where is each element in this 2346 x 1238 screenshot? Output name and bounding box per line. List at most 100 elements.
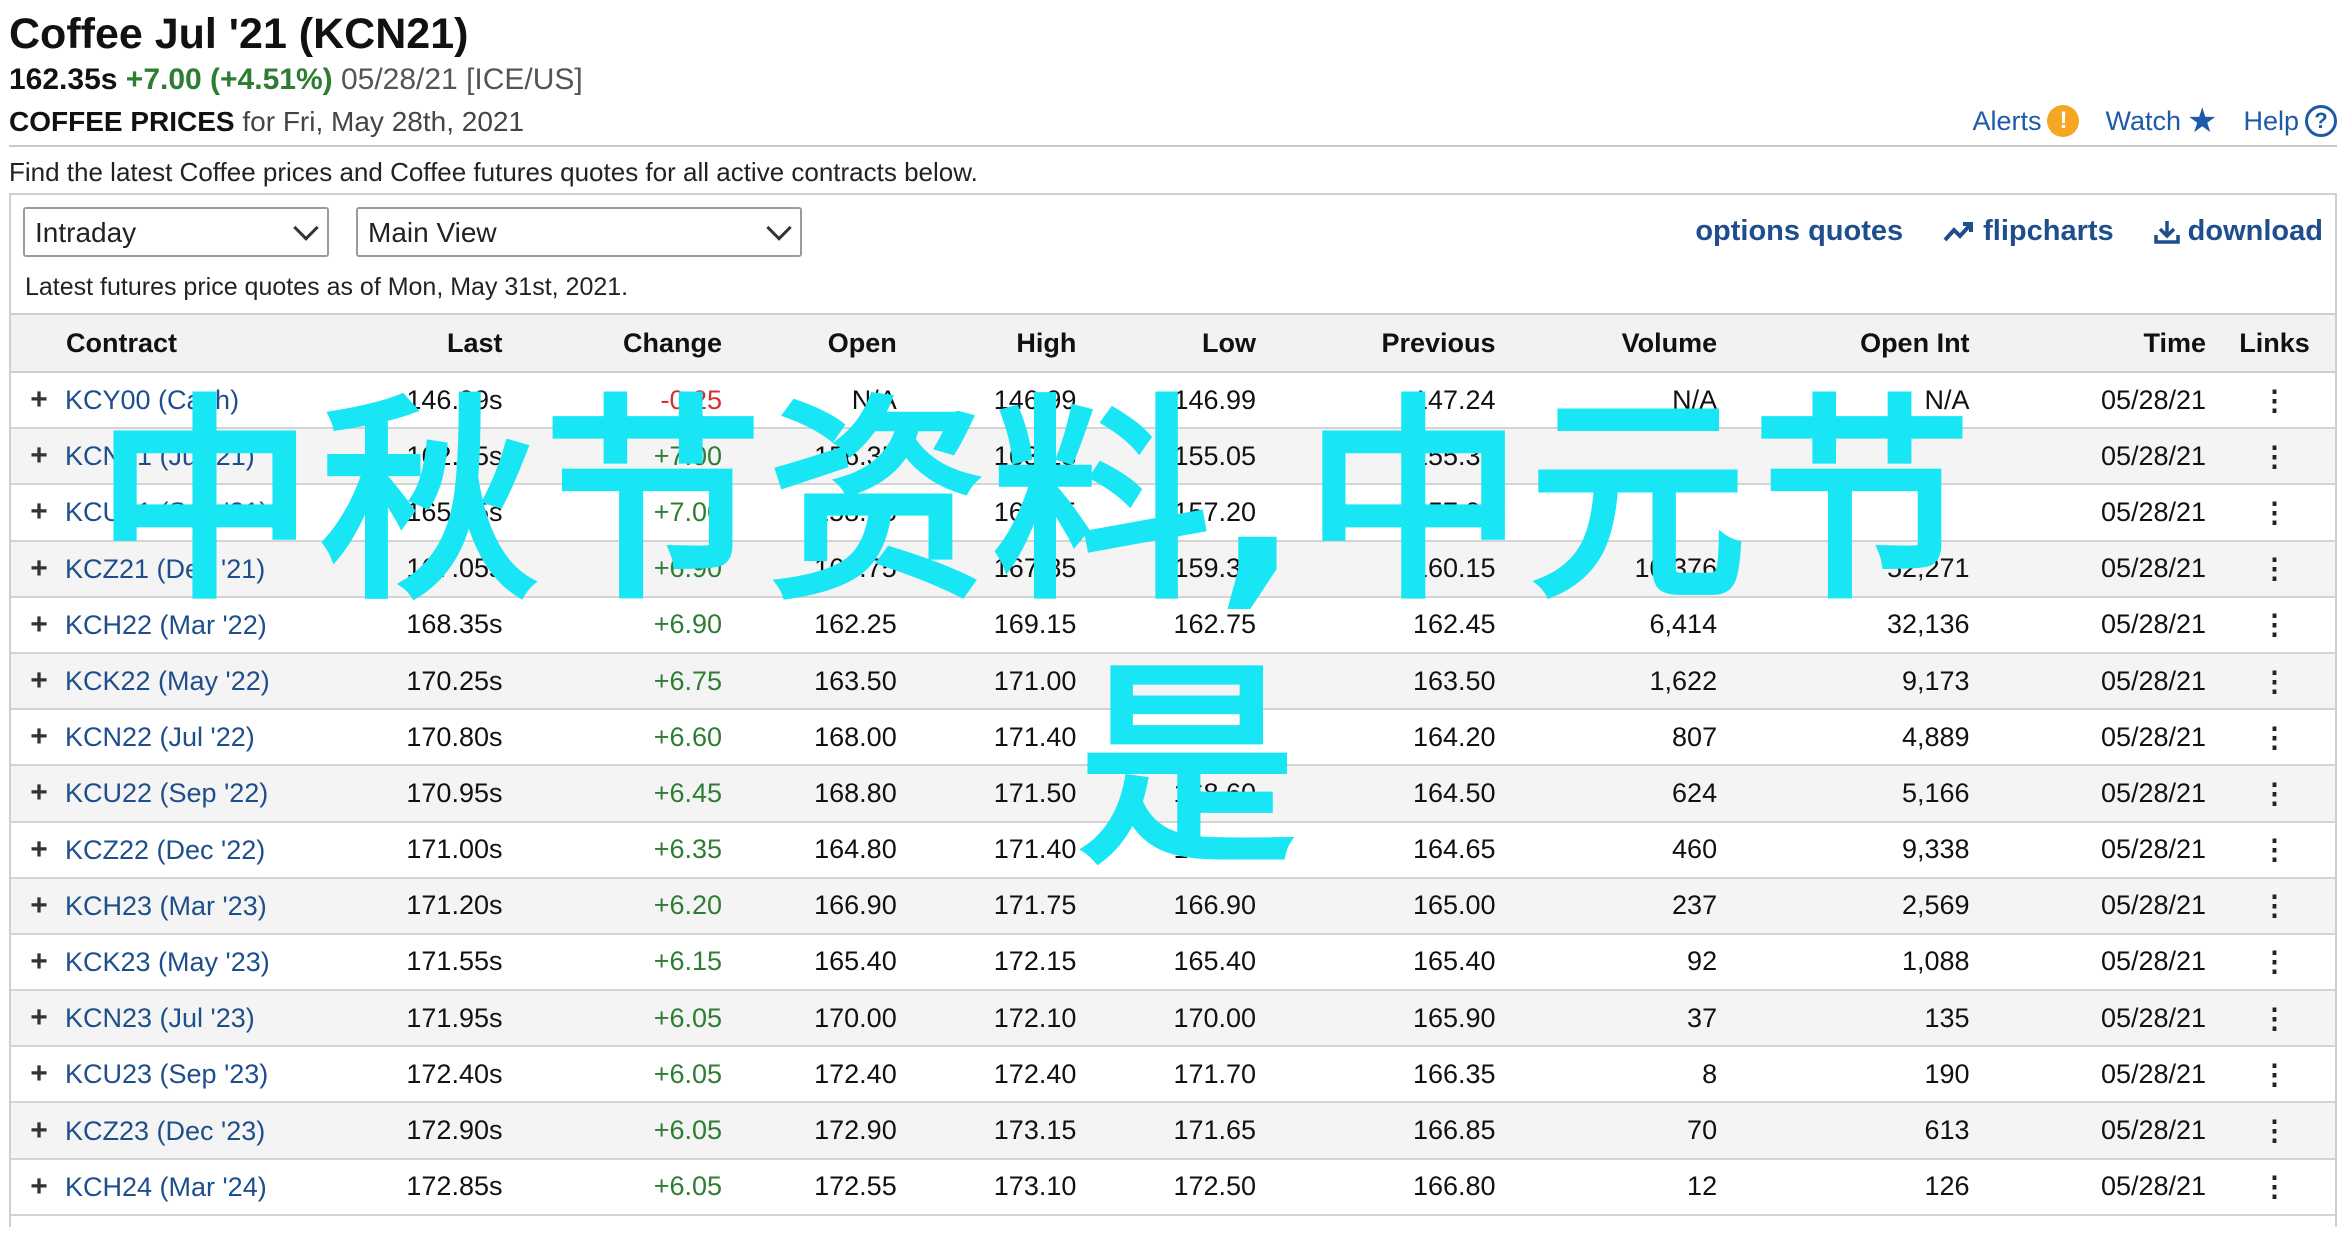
expand-plus-icon[interactable]: + bbox=[25, 608, 53, 642]
watch-link[interactable]: Watch ★ bbox=[2105, 104, 2217, 138]
contract-cell: + KCH22 (Mar '22) bbox=[11, 597, 311, 653]
period-select[interactable]: Intraday bbox=[23, 207, 329, 257]
chevron-down-icon bbox=[293, 215, 319, 241]
volume-cell: 10,376 bbox=[1634, 553, 1718, 584]
contract-link[interactable]: KCN23 (Jul '23) bbox=[65, 1003, 255, 1033]
contract-link[interactable]: KCH22 (Mar '22) bbox=[65, 610, 267, 640]
high-cell: 173.10 bbox=[993, 1171, 1077, 1202]
more-options-icon[interactable]: ⋮ bbox=[2214, 653, 2335, 709]
more-options-icon[interactable]: ⋮ bbox=[2214, 1046, 2335, 1102]
alerts-link[interactable]: Alerts ! bbox=[1972, 104, 2080, 138]
last-cell: 165.05s bbox=[406, 496, 503, 527]
volume-cell: 460 bbox=[1672, 834, 1718, 865]
contract-link[interactable]: KCH24 (Mar '24) bbox=[65, 1172, 267, 1202]
contract-link[interactable]: KCK23 (May '23) bbox=[65, 947, 270, 977]
col-last[interactable]: Last bbox=[311, 314, 511, 372]
expand-plus-icon[interactable]: + bbox=[25, 1170, 53, 1204]
col-low[interactable]: Low bbox=[1084, 314, 1264, 372]
last-cell: 172.40s bbox=[406, 1058, 503, 1089]
open-cell: 165.40 bbox=[814, 946, 897, 977]
contract-link[interactable]: KCK22 (May '22) bbox=[65, 666, 270, 696]
subtitle-bold: COFFEE PRICES bbox=[9, 106, 235, 137]
contract-link[interactable]: KCN21 (Jul '21) bbox=[65, 441, 255, 471]
expand-plus-icon[interactable]: + bbox=[25, 1057, 53, 1091]
more-options-icon[interactable]: ⋮ bbox=[2214, 484, 2335, 540]
price-change: +7.00 (+4.51%) bbox=[125, 63, 333, 96]
volume-cell: N/A bbox=[1672, 384, 1718, 415]
options-quotes-link[interactable]: options quotes bbox=[1695, 215, 1903, 248]
col-open-int[interactable]: Open Int bbox=[1725, 314, 1977, 372]
table-row: + KCN23 (Jul '23) 171.95s +6.05 170.00 172.10… bbox=[11, 990, 2335, 1047]
help-link[interactable]: Help ? bbox=[2243, 104, 2337, 138]
open-int-cell: 32,136 bbox=[1886, 609, 1970, 640]
change-cell: +6.90 bbox=[653, 609, 723, 640]
low-cell: 159.30 bbox=[1173, 553, 1257, 584]
view-select[interactable]: Main View bbox=[356, 207, 802, 257]
contract-cell: + KCZ21 (Dec '21) bbox=[11, 541, 311, 597]
more-options-icon[interactable]: ⋮ bbox=[2214, 990, 2335, 1046]
expand-plus-icon[interactable]: + bbox=[25, 776, 53, 810]
download-link[interactable]: download bbox=[2153, 215, 2323, 248]
contract-link[interactable]: KCY00 (Cash) bbox=[65, 385, 239, 415]
more-options-icon[interactable]: ⋮ bbox=[2214, 765, 2335, 821]
open-cell: 170.00 bbox=[814, 1002, 897, 1033]
high-cell: 165.75 bbox=[993, 496, 1077, 527]
expand-plus-icon[interactable]: + bbox=[25, 889, 53, 923]
expand-plus-icon[interactable]: + bbox=[25, 1001, 53, 1035]
contract-link[interactable]: KCN22 (Jul '22) bbox=[65, 722, 255, 752]
volume-cell: 8 bbox=[1702, 1058, 1718, 1089]
more-options-icon[interactable]: ⋮ bbox=[2214, 1102, 2335, 1158]
contract-link[interactable]: KCZ23 (Dec '23) bbox=[65, 1116, 265, 1146]
last-cell: 171.20s bbox=[406, 890, 503, 921]
last-cell: 170.80s bbox=[406, 721, 503, 752]
open-cell: 162.25 bbox=[814, 609, 897, 640]
open-int-cell: 9,173 bbox=[1901, 665, 1970, 696]
time-cell: 05/28/21 bbox=[2100, 496, 2207, 527]
more-options-icon[interactable]: ⋮ bbox=[2214, 541, 2335, 597]
expand-plus-icon[interactable]: + bbox=[25, 720, 53, 754]
more-options-icon[interactable]: ⋮ bbox=[2214, 934, 2335, 990]
more-options-icon[interactable]: ⋮ bbox=[2214, 822, 2335, 878]
contract-link[interactable]: KCZ21 (Dec '21) bbox=[65, 554, 265, 584]
contract-cell: + KCZ22 (Dec '22) bbox=[11, 822, 311, 878]
time-cell: 05/28/21 bbox=[2100, 553, 2207, 584]
expand-plus-icon[interactable]: + bbox=[25, 833, 53, 867]
contract-link[interactable]: KCH23 (Mar '23) bbox=[65, 891, 267, 921]
contract-link[interactable]: KCU23 (Sep '23) bbox=[65, 1059, 268, 1089]
col-volume[interactable]: Volume bbox=[1504, 314, 1726, 372]
time-cell: 05/28/21 bbox=[2100, 609, 2207, 640]
expand-plus-icon[interactable]: + bbox=[25, 383, 53, 417]
open-cell: 158.25 bbox=[814, 496, 897, 527]
expand-plus-icon[interactable]: + bbox=[25, 664, 53, 698]
time-cell: 05/28/21 bbox=[2100, 777, 2207, 808]
more-options-icon[interactable]: ⋮ bbox=[2214, 372, 2335, 428]
col-previous[interactable]: Previous bbox=[1264, 314, 1504, 372]
more-options-icon[interactable]: ⋮ bbox=[2214, 1159, 2335, 1215]
contract-link[interactable]: KCU21 (Sep '21) bbox=[65, 497, 268, 527]
expand-plus-icon[interactable]: + bbox=[25, 552, 53, 586]
change-cell: +6.90 bbox=[653, 553, 723, 584]
more-options-icon[interactable]: ⋮ bbox=[2214, 597, 2335, 653]
flipcharts-link[interactable]: flipcharts bbox=[1943, 215, 2114, 248]
col-time[interactable]: Time bbox=[1978, 314, 2215, 372]
contract-cell: + KCN21 (Jul '21) bbox=[11, 428, 311, 484]
open-int-cell: 135 bbox=[1924, 1002, 1970, 1033]
high-cell: 173.15 bbox=[993, 1115, 1077, 1146]
expand-plus-icon[interactable]: + bbox=[25, 1114, 53, 1148]
period-select-value: Intraday bbox=[35, 217, 137, 248]
more-options-icon[interactable]: ⋮ bbox=[2214, 709, 2335, 765]
contract-link[interactable]: KCU22 (Sep '22) bbox=[65, 778, 268, 808]
col-change[interactable]: Change bbox=[510, 314, 730, 372]
expand-plus-icon[interactable]: + bbox=[25, 945, 53, 979]
more-options-icon[interactable]: ⋮ bbox=[2214, 878, 2335, 934]
low-cell: 171.70 bbox=[1173, 1058, 1257, 1089]
contract-link[interactable]: KCZ22 (Dec '22) bbox=[65, 835, 265, 865]
col-contract[interactable]: Contract bbox=[11, 314, 311, 372]
col-high[interactable]: High bbox=[905, 314, 1085, 372]
low-cell bbox=[1084, 653, 1264, 709]
more-options-icon[interactable]: ⋮ bbox=[2214, 428, 2335, 484]
expand-plus-icon[interactable]: + bbox=[25, 439, 53, 473]
expand-plus-icon[interactable]: + bbox=[25, 495, 53, 529]
col-open[interactable]: Open bbox=[730, 314, 905, 372]
table-row: + KCN21 (Jul '21) 162.35s +7.00 156.35 163.15… bbox=[11, 428, 2335, 485]
